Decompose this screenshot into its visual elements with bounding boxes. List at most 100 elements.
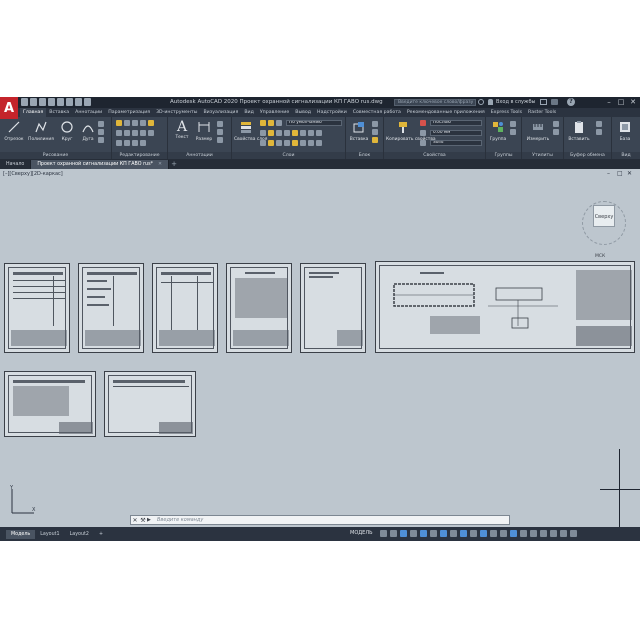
new-tab-button[interactable]: + <box>169 160 179 169</box>
wcs-menu[interactable]: МСК <box>595 254 605 259</box>
viewcube-top-face[interactable]: Сверху <box>593 205 615 227</box>
osnap-icon[interactable] <box>420 530 427 537</box>
command-input[interactable]: Введите команду <box>157 517 203 523</box>
utilities-panel-title[interactable]: Утилиты <box>522 152 563 159</box>
edit-block-icon[interactable] <box>372 129 378 135</box>
table-icon[interactable] <box>217 129 223 135</box>
share-icon[interactable] <box>84 98 91 106</box>
snap-icon[interactable] <box>390 530 397 537</box>
wrench-icon[interactable]: ⚒ <box>139 517 147 524</box>
fillet-icon[interactable] <box>132 130 138 136</box>
ribbon-tab[interactable]: Управление <box>257 108 292 117</box>
close-button[interactable]: ✕ <box>628 98 638 107</box>
layer-current-icon[interactable] <box>316 130 322 136</box>
undo-icon[interactable] <box>66 98 73 106</box>
layer-freeze-icon[interactable] <box>284 130 290 136</box>
sun-icon[interactable] <box>268 120 274 126</box>
text-tool[interactable]: A Текст <box>172 120 192 140</box>
ribbon-tab[interactable]: Вывод <box>292 108 314 117</box>
trim-icon[interactable] <box>132 120 138 126</box>
layer-unlock-icon[interactable] <box>284 140 290 146</box>
ribbon-tab[interactable]: Совместная работа <box>350 108 404 117</box>
paste-tool[interactable]: Вставить <box>566 120 592 142</box>
file-tab[interactable]: Проект охранной сигнализации КП ГАВО rus… <box>31 160 170 169</box>
layer-lock-icon[interactable] <box>292 130 298 136</box>
hatch-icon[interactable] <box>98 129 104 135</box>
stretch-icon[interactable] <box>116 140 122 146</box>
layer-copy-icon[interactable] <box>316 140 322 146</box>
close-tab-icon[interactable]: ✕ <box>158 162 162 167</box>
new-icon[interactable] <box>21 98 28 106</box>
application-menu-button[interactable]: A <box>0 97 18 119</box>
ribbon-tab[interactable]: Рекомендованные приложения <box>404 108 488 117</box>
line-tool[interactable]: Отрезок <box>3 120 25 142</box>
pencil-icon[interactable] <box>148 120 154 126</box>
dynamic-ucs-icon[interactable] <box>480 530 487 537</box>
base-view-tool[interactable]: База <box>614 120 636 142</box>
layer-match-icon[interactable] <box>300 130 306 136</box>
minimize-button[interactable]: – <box>604 98 614 107</box>
polyline-tool[interactable]: Полилиния <box>27 120 55 142</box>
drawing-sheet[interactable] <box>152 263 218 353</box>
clean-screen-icon[interactable] <box>560 530 567 537</box>
drawing-sheet[interactable] <box>300 263 366 353</box>
drawing-sheet[interactable] <box>4 263 70 353</box>
properties-panel-title[interactable]: Свойства <box>384 152 485 159</box>
annotation-panel-title[interactable]: Аннотации <box>168 152 231 159</box>
join-icon[interactable] <box>140 140 146 146</box>
copy-icon[interactable] <box>116 130 122 136</box>
command-prompt-icon[interactable]: ▶ <box>147 517 157 523</box>
save-icon[interactable] <box>39 98 46 106</box>
calculator-icon[interactable] <box>553 121 559 127</box>
layer-dropdown[interactable]: По умолчанию <box>286 120 342 126</box>
plot-icon[interactable] <box>57 98 64 106</box>
model-space-toggle[interactable]: МОДЕЛЬ <box>350 530 373 536</box>
viewport-minimize-button[interactable]: – <box>607 170 610 177</box>
viewport-close-button[interactable]: ✕ <box>627 170 632 177</box>
block-panel-title[interactable]: Блок <box>346 152 383 159</box>
open-icon[interactable] <box>30 98 37 106</box>
maximize-button[interactable]: □ <box>616 98 626 107</box>
copy-clip-icon[interactable] <box>596 129 602 135</box>
ungroup-icon[interactable] <box>510 121 516 127</box>
grid-icon[interactable] <box>380 530 387 537</box>
layout-tab[interactable]: Layout2 <box>65 530 94 539</box>
drawing-sheet[interactable] <box>104 371 196 437</box>
move-icon[interactable] <box>116 120 122 126</box>
layer-isolate-icon[interactable] <box>268 130 274 136</box>
command-line[interactable]: ✕ ⚒ ▶ Введите команду <box>130 515 510 525</box>
units-icon[interactable] <box>520 530 527 537</box>
save-as-icon[interactable] <box>48 98 55 106</box>
layers-panel-title[interactable]: Слои <box>232 152 345 159</box>
mirror-icon[interactable] <box>124 130 130 136</box>
quick-properties-icon[interactable] <box>530 530 537 537</box>
group-tool[interactable]: Группа <box>488 120 508 142</box>
otrack-icon[interactable] <box>430 530 437 537</box>
ribbon-tab[interactable]: Главная <box>20 108 47 117</box>
ribbon-tab[interactable]: Express Tools <box>488 108 525 117</box>
signin-button[interactable]: Вход в службы <box>496 99 535 105</box>
annotation-scale-icon[interactable] <box>490 530 497 537</box>
select-icon[interactable] <box>553 129 559 135</box>
match-properties-tool[interactable]: Копировать свойства <box>386 120 436 142</box>
layer-change-icon[interactable] <box>308 140 314 146</box>
layout-tab[interactable]: Layout1 <box>35 530 64 539</box>
isolate-objects-icon[interactable] <box>540 530 547 537</box>
ribbon-tab[interactable]: Raster Tools <box>525 108 559 117</box>
rotate-icon[interactable] <box>124 120 130 126</box>
ribbon-tab[interactable]: Параметризация <box>105 108 153 117</box>
layer-off-icon[interactable] <box>276 130 282 136</box>
file-tab[interactable]: Начало <box>0 160 32 169</box>
leader-icon[interactable] <box>217 121 223 127</box>
lineweight-dropdown[interactable]: 0.00 мм <box>430 130 482 136</box>
cart-icon[interactable] <box>540 99 547 105</box>
graphics-performance-icon[interactable] <box>550 530 557 537</box>
layer-tool-icon[interactable] <box>260 130 266 136</box>
clipboard-panel-title[interactable]: Буфер обмена <box>564 152 611 159</box>
offset-icon[interactable] <box>148 130 154 136</box>
drawing-canvas[interactable]: [–][Сверху][2D-каркас] – □ ✕ Сверху МСК … <box>0 169 640 527</box>
layout-tab[interactable]: Модель <box>6 529 36 539</box>
viewport-controls[interactable]: [–][Сверху][2D-каркас] <box>3 171 63 177</box>
drawing-sheet[interactable] <box>78 263 144 353</box>
selection-cycling-icon[interactable] <box>460 530 467 537</box>
